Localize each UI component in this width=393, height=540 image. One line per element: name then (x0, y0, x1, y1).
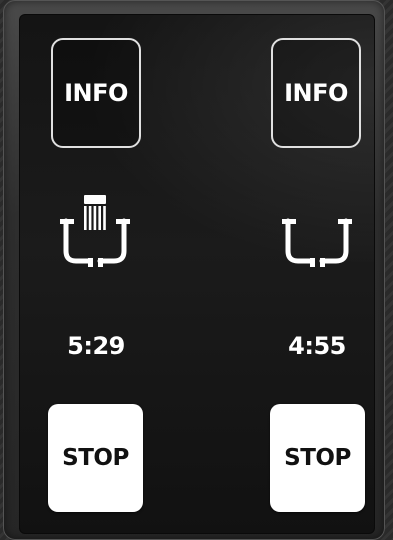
left-timer: 5:29 (67, 332, 125, 360)
device-frame: INFO 5:29 STOP INFO 4:55 STOP (3, 0, 385, 540)
left-stop-button[interactable]: STOP (48, 404, 143, 512)
left-info-label: INFO (64, 79, 128, 107)
right-timer: 4:55 (288, 332, 346, 360)
left-zone: INFO 5:29 STOP (19, 14, 197, 534)
right-zone: INFO 4:55 STOP (197, 14, 375, 534)
left-stop-label: STOP (62, 445, 129, 471)
right-stop-button[interactable]: STOP (270, 404, 365, 512)
empty-pot-icon (282, 218, 352, 267)
right-stop-label: STOP (284, 445, 351, 471)
control-screen: INFO 5:29 STOP INFO 4:55 STOP (19, 14, 375, 534)
left-info-button[interactable]: INFO (51, 38, 141, 148)
right-info-label: INFO (284, 79, 348, 107)
pot-with-brush-icon (60, 195, 130, 267)
right-info-button[interactable]: INFO (271, 38, 361, 148)
